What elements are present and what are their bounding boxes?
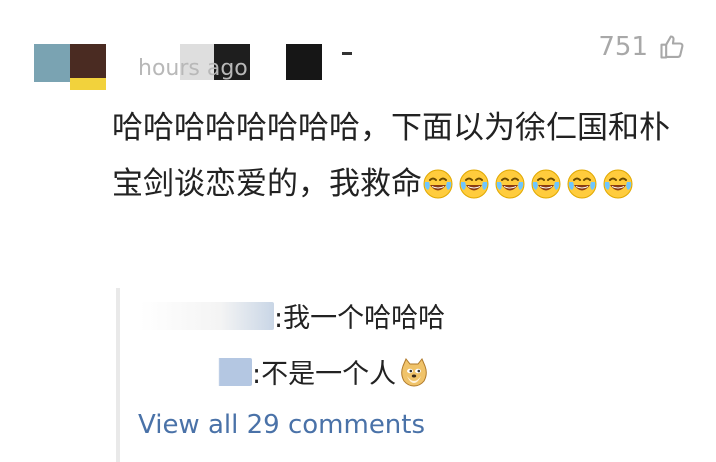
redaction-block bbox=[286, 44, 322, 80]
laughing-crying-emoji-icon bbox=[530, 162, 562, 199]
comment-timestamp: hours ago bbox=[138, 56, 248, 81]
redaction-block bbox=[342, 52, 352, 55]
reply-author-redacted[interactable] bbox=[140, 301, 274, 330]
avatar-fragment bbox=[70, 78, 106, 90]
reply-text: :我一个哈哈哈 bbox=[274, 303, 446, 334]
reply-item[interactable]: :我一个哈哈哈 bbox=[140, 296, 445, 335]
thumbs-up-icon bbox=[658, 33, 686, 61]
reply-author-redacted[interactable] bbox=[140, 357, 252, 386]
laughing-crying-emoji-icon bbox=[458, 162, 490, 199]
like-count: 751 bbox=[598, 32, 648, 62]
reply-text: :不是一个人 bbox=[252, 359, 397, 390]
avatar-fragment bbox=[70, 44, 106, 82]
laughing-crying-emoji-icon bbox=[602, 162, 634, 199]
comment-text: 哈哈哈哈哈哈哈哈，下面以为徐仁国和朴宝剑谈恋爱的，我救命 bbox=[112, 100, 692, 212]
laughing-crying-emoji-icon bbox=[422, 162, 454, 199]
doge-emoji-icon bbox=[398, 356, 430, 388]
reply-preview[interactable]: :我一个哈哈哈 :不是一个人 View all 29 comments bbox=[116, 288, 700, 462]
view-all-comments-link[interactable]: View all 29 comments bbox=[138, 410, 425, 440]
like-button[interactable]: 751 bbox=[598, 32, 686, 62]
emoji-row bbox=[422, 166, 638, 202]
laughing-crying-emoji-icon bbox=[566, 162, 598, 199]
laughing-crying-emoji-icon bbox=[494, 162, 526, 199]
avatar-fragment bbox=[34, 44, 72, 82]
reply-item[interactable]: :不是一个人 bbox=[140, 352, 430, 391]
